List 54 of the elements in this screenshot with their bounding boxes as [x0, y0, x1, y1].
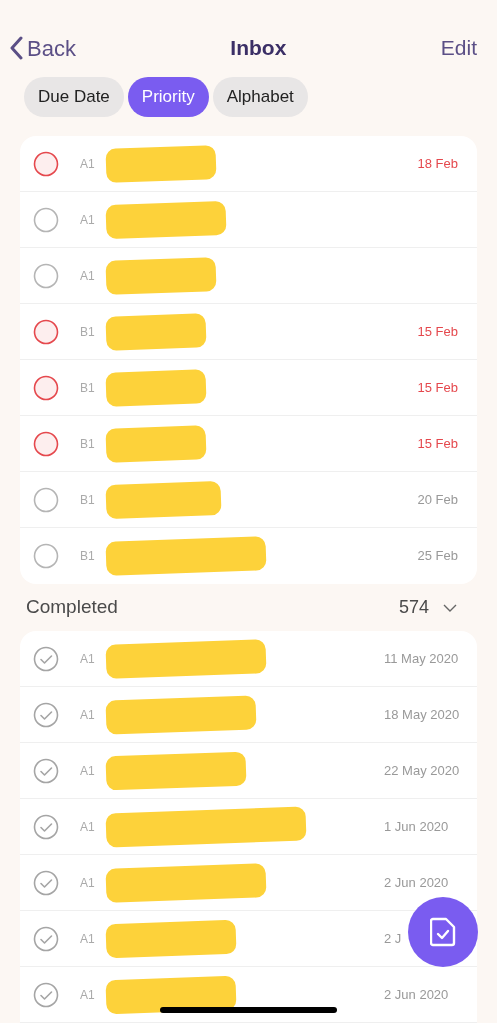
priority-label: A1	[80, 762, 96, 780]
due-date: 25 Feb	[417, 547, 458, 566]
priority-label: A1	[80, 706, 96, 724]
check-circle-icon[interactable]	[33, 981, 59, 1008]
checkbox-circle[interactable]	[33, 486, 59, 513]
sort-tab[interactable]: Due Date	[24, 77, 124, 117]
checkbox-circle[interactable]	[33, 262, 59, 289]
due-date: 2 Jun 2020	[384, 985, 449, 1004]
due-date: 15 Feb	[417, 322, 458, 341]
screen-title: Inbox	[230, 35, 287, 62]
chevron-icon[interactable]	[443, 603, 457, 612]
document-check-icon	[430, 917, 456, 947]
checkbox-circle[interactable]	[33, 150, 59, 177]
checkbox-circle[interactable]	[33, 430, 59, 457]
priority-label: A1	[80, 930, 96, 948]
priority-label: B1	[80, 491, 96, 509]
check-circle-icon[interactable]	[33, 701, 59, 728]
check-circle-icon[interactable]	[33, 925, 59, 952]
back-button[interactable]: Back	[10, 31, 76, 65]
check-circle-icon[interactable]	[33, 813, 59, 840]
due-date: 15 Feb	[417, 378, 458, 397]
check-circle-icon[interactable]	[33, 757, 59, 784]
edit-button[interactable]: Edit	[440, 32, 487, 64]
due-date: 18 Feb	[417, 154, 458, 173]
due-date: 15 Feb	[417, 434, 458, 453]
section-title: Completed	[26, 595, 118, 620]
back-icon	[10, 36, 23, 60]
due-date: 11 May 2020	[384, 649, 459, 668]
priority-label: B1	[80, 548, 96, 565]
priority-label: A1	[80, 874, 96, 892]
due-date: 1 Jun 2020	[384, 817, 449, 836]
sort-tab[interactable]: Priority	[127, 77, 209, 117]
checkbox-circle[interactable]	[33, 543, 59, 569]
due-date: 2 J	[384, 929, 402, 948]
checkbox-circle[interactable]	[33, 318, 59, 345]
priority-label: B1	[80, 323, 96, 341]
due-date: 2 Jun 2020	[384, 873, 449, 892]
priority-label: B1	[80, 379, 96, 397]
completed-count: 574	[398, 596, 429, 619]
check-circle-icon[interactable]	[33, 869, 59, 896]
priority-label: A1	[80, 155, 96, 173]
due-date: 22 May 2020	[384, 761, 460, 780]
priority-label: A1	[80, 818, 96, 836]
priority-label: A1	[80, 267, 96, 285]
checkbox-circle[interactable]	[33, 374, 59, 401]
checkbox-circle[interactable]	[33, 206, 59, 233]
due-date: 20 Feb	[417, 490, 458, 509]
priority-label: A1	[80, 211, 96, 229]
priority-label: A1	[80, 650, 96, 668]
priority-label: B1	[80, 435, 96, 453]
check-circle-icon[interactable]	[33, 645, 59, 672]
priority-label: A1	[80, 986, 96, 1004]
sort-tab[interactable]: Alphabet	[212, 77, 308, 117]
due-date: 18 May 2020	[384, 705, 460, 724]
